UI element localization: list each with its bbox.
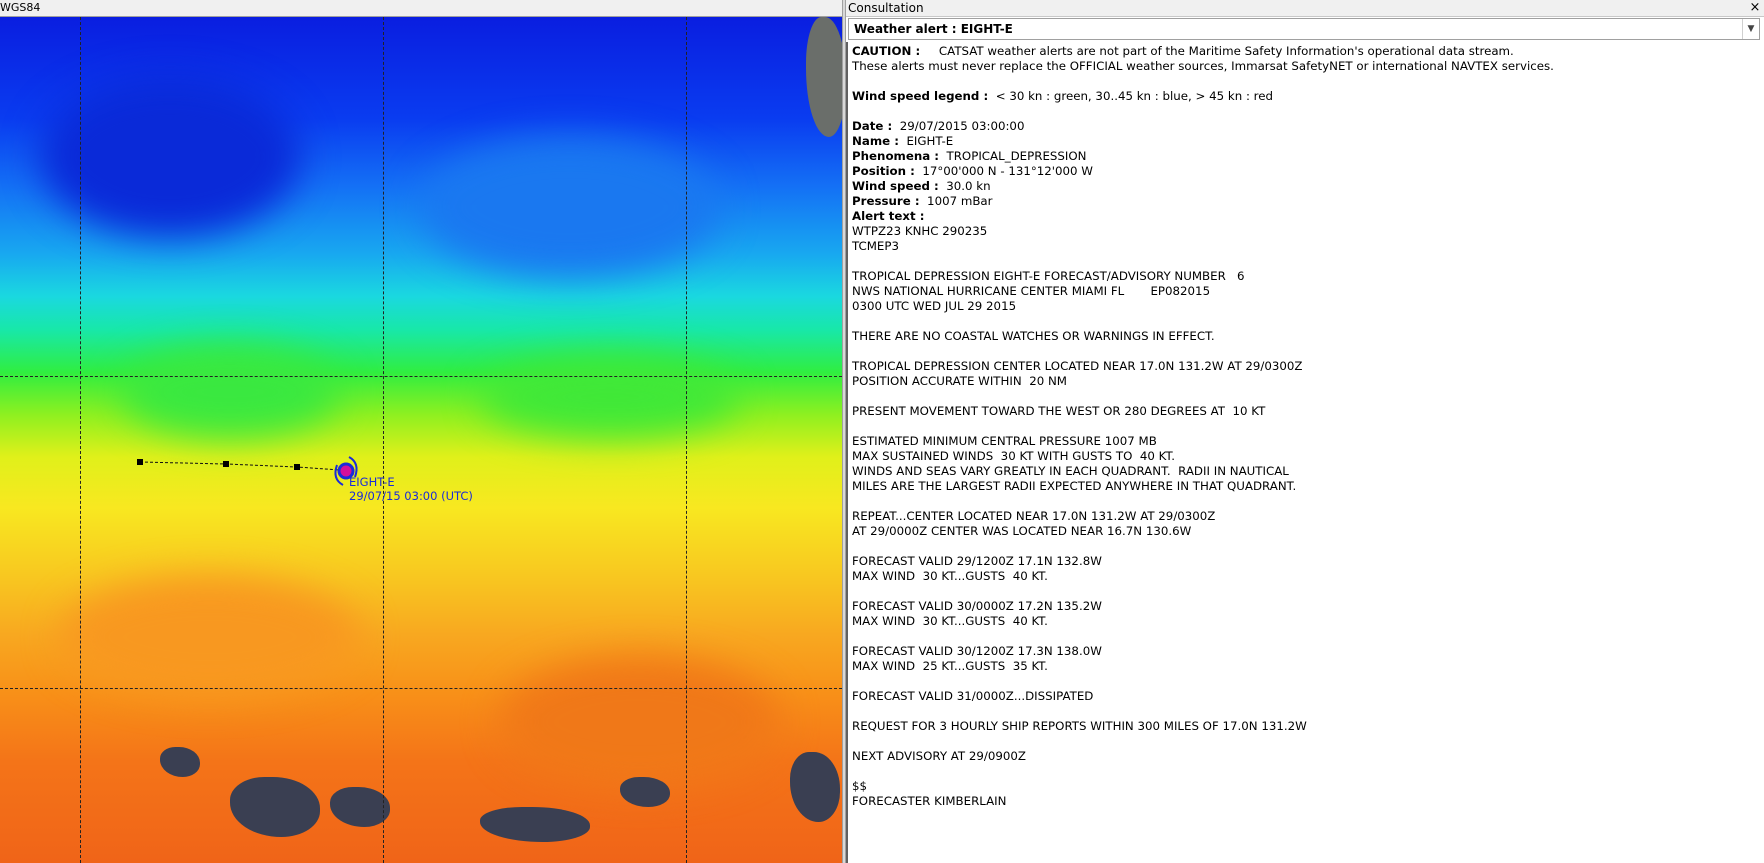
field-value: 29/07/2015 03:00:00 (892, 119, 1025, 133)
field-label: Wind speed : (852, 179, 939, 193)
alert-text-line: FORECAST VALID 29/1200Z 17.1N 132.8W (852, 554, 1102, 568)
field-label: Phenomena : (852, 149, 940, 163)
field-row: Date : 29/07/2015 03:00:00 (852, 119, 1764, 134)
alert-text-line: NWS NATIONAL HURRICANE CENTER MIAMI FL E… (852, 284, 1211, 298)
alert-text-line: WTPZ23 KNHC 290235 (852, 224, 988, 238)
alert-text-line: NEXT ADVISORY AT 29/0900Z (852, 749, 1026, 763)
alert-text-line: REPEAT...CENTER LOCATED NEAR 17.0N 131.2… (852, 509, 1216, 523)
field-row: Pressure : 1007 mBar (852, 194, 1764, 209)
alert-text-line: WINDS AND SEAS VARY GREATLY IN EACH QUAD… (852, 464, 1289, 478)
alert-text-line: MAX WIND 30 KT...GUSTS 40 KT. (852, 569, 1048, 583)
alert-text-line: AT 29/0000Z CENTER WAS LOCATED NEAR 16.7… (852, 524, 1192, 538)
alert-text-line: FORECASTER KIMBERLAIN (852, 794, 1007, 808)
legend-line: Wind speed legend : < 30 kn : green, 30.… (852, 89, 1764, 104)
field-value: TROPICAL_DEPRESSION (939, 149, 1087, 163)
alert-text-line: FORECAST VALID 31/0000Z...DISSIPATED (852, 689, 1094, 703)
alert-text-line: TROPICAL DEPRESSION EIGHT-E FORECAST/ADV… (852, 269, 1245, 283)
alert-text-line (852, 419, 1764, 434)
alert-text-line: FORECAST VALID 30/1200Z 17.3N 138.0W (852, 644, 1102, 658)
close-icon[interactable]: × (1748, 0, 1762, 16)
map-title: WGS84 (0, 0, 842, 17)
alert-text-line (852, 314, 1764, 329)
alert-text-line: THERE ARE NO COASTAL WATCHES OR WARNINGS… (852, 329, 1215, 343)
field-value: 1007 mBar (919, 194, 993, 208)
caution-text: CATSAT weather alerts are not part of th… (938, 44, 1514, 58)
track-point (223, 461, 229, 467)
alert-fields: Date : 29/07/2015 03:00:00 Name : EIGHT-E… (852, 119, 1764, 209)
alert-text-line: TROPICAL DEPRESSION CENTER LOCATED NEAR … (852, 359, 1303, 373)
consultation-titlebar: Consultation × (846, 0, 1764, 17)
caution-label: CAUTION : (852, 44, 921, 58)
alert-dropdown-value: Weather alert : EIGHT-E (854, 22, 1013, 36)
field-label: Pressure : (852, 194, 920, 208)
alert-text-line (852, 629, 1764, 644)
alert-text-line (852, 674, 1764, 689)
alert-text-line: POSITION ACCURATE WITHIN 20 NM (852, 374, 1067, 388)
field-value: 30.0 kn (938, 179, 991, 193)
alert-text-line: $$ (852, 779, 868, 793)
alert-text-line (852, 584, 1764, 599)
alert-text-line (852, 764, 1764, 779)
alert-text-label: Alert text : (852, 209, 925, 223)
alert-dropdown[interactable]: Weather alert : EIGHT-E ▼ (848, 18, 1760, 40)
map-canvas[interactable]: EIGHT-E 29/07/15 03:00 (UTC) (0, 17, 842, 863)
field-label: Position : (852, 164, 915, 178)
alert-text-line: MAX SUSTAINED WINDS 30 KT WITH GUSTS TO … (852, 449, 1176, 463)
field-label: Name : (852, 134, 899, 148)
alert-text-line: ESTIMATED MINIMUM CENTRAL PRESSURE 1007 … (852, 434, 1157, 448)
caution-line-2: These alerts must never replace the OFFI… (852, 59, 1554, 73)
consultation-panel: Consultation × Weather alert : EIGHT-E ▼… (846, 0, 1764, 863)
storm-track (137, 456, 358, 486)
alert-text-line: TCMEP3 (852, 239, 900, 253)
track-point (294, 464, 300, 470)
consultation-title: Consultation (848, 1, 924, 15)
field-label: Date : (852, 119, 893, 133)
alert-text-line (852, 254, 1764, 269)
field-row: Position : 17°00'000 N - 131°12'000 W (852, 164, 1764, 179)
track-line (139, 461, 341, 471)
alert-text-line: MILES ARE THE LARGEST RADII EXPECTED ANY… (852, 479, 1297, 493)
alert-text-line: 0300 UTC WED JUL 29 2015 (852, 299, 1017, 313)
track-point (137, 459, 143, 465)
alert-text-line (852, 704, 1764, 719)
field-row: Phenomena : TROPICAL_DEPRESSION (852, 149, 1764, 164)
legend-label: Wind speed legend : (852, 89, 989, 103)
storm-label[interactable]: EIGHT-E 29/07/15 03:00 (UTC) (349, 475, 473, 503)
alert-text-line (852, 734, 1764, 749)
alert-text-line: REQUEST FOR 3 HOURLY SHIP REPORTS WITHIN… (852, 719, 1307, 733)
caution-line: CAUTION : CATSAT weather alerts are not … (852, 44, 1764, 59)
alert-text-line (852, 494, 1764, 509)
alert-text-line (852, 344, 1764, 359)
storm-datetime: 29/07/15 03:00 (UTC) (349, 489, 473, 503)
field-row: Wind speed : 30.0 kn (852, 179, 1764, 194)
alert-text-line: MAX WIND 25 KT...GUSTS 35 KT. (852, 659, 1048, 673)
alert-text-line (852, 389, 1764, 404)
legend-text: < 30 kn : green, 30..45 kn : blue, > 45 … (995, 89, 1274, 103)
alert-text-line: PRESENT MOVEMENT TOWARD THE WEST OR 280 … (852, 404, 1266, 418)
alert-text-line: MAX WIND 30 KT...GUSTS 40 KT. (852, 614, 1048, 628)
field-value: EIGHT-E (898, 134, 954, 148)
map-panel: WGS84 EIGHT-E 29/07/15 03:00 (UTC) (0, 0, 842, 863)
field-row: Name : EIGHT-E (852, 134, 1764, 149)
alert-text-line (852, 539, 1764, 554)
storm-name: EIGHT-E (349, 475, 395, 489)
alert-text-line: FORECAST VALID 30/0000Z 17.2N 135.2W (852, 599, 1102, 613)
field-value: 17°00'000 N - 131°12'000 W (914, 164, 1093, 178)
alert-content: CAUTION : CATSAT weather alerts are not … (846, 42, 1764, 863)
alert-text-body: WTPZ23 KNHC 290235 TCMEP3 TROPICAL DEPRESS… (852, 224, 1764, 809)
chevron-down-icon[interactable]: ▼ (1742, 19, 1759, 39)
